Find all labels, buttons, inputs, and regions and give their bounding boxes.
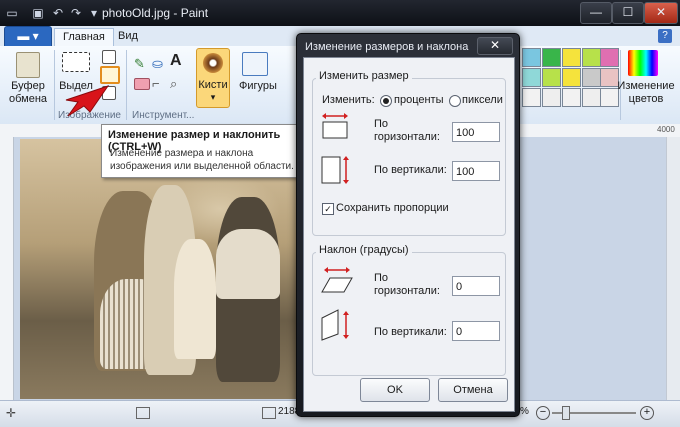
clipboard-label-2[interactable]: обмена <box>6 93 50 105</box>
ribbon-separator <box>126 50 127 120</box>
file-menu-button[interactable]: ▬ ▾ <box>4 26 52 47</box>
horizontal-resize-icon <box>322 113 348 139</box>
color-swatch[interactable] <box>600 48 619 67</box>
ruler-mark: 4000 <box>657 125 675 134</box>
group-tools-label: Инструмент... <box>132 110 195 121</box>
magnifier-icon[interactable]: ⌕ <box>170 76 184 91</box>
vertical-scrollbar[interactable] <box>666 137 680 400</box>
title-bar: ▭ ▣ ↶ ↷ ▾ photoOld.jpg - Paint — ☐ ✕ <box>0 0 680 26</box>
zoom-percent-text: % <box>520 406 529 417</box>
shapes-icon[interactable] <box>242 52 268 76</box>
keep-ratio-checkbox[interactable]: ✓ <box>322 203 334 215</box>
skew-horizontal-label-2: горизонтали: <box>374 285 440 297</box>
brush-icon <box>203 53 223 73</box>
dialog-close-button[interactable]: ✕ <box>477 37 513 55</box>
red-arrow-pointer <box>65 85 110 117</box>
resize-vertical-label: По вертикали: <box>374 164 447 176</box>
skew-vertical-label: По вертикали: <box>374 326 447 338</box>
undo-icon[interactable]: ↶ <box>50 5 66 21</box>
color-swatch[interactable] <box>582 68 601 87</box>
maximize-button[interactable]: ☐ <box>612 2 644 24</box>
tooltip: Изменение размер и наклонить (CTRL+W) Из… <box>101 124 299 178</box>
color-swatch[interactable] <box>522 48 541 67</box>
color-swatch[interactable] <box>562 68 581 87</box>
horizontal-skew-icon <box>321 267 353 293</box>
shirt-figure <box>216 229 280 299</box>
paint-app-icon[interactable]: ▭ <box>4 5 20 21</box>
keep-ratio-label[interactable]: Сохранить пропорции <box>336 202 449 215</box>
help-icon[interactable]: ? <box>658 29 672 43</box>
resize-legend: Изменить размер <box>316 70 412 82</box>
zoom-out-button[interactable]: − <box>536 406 550 420</box>
pixels-label[interactable]: пиксели <box>462 94 503 107</box>
eraser-icon[interactable] <box>134 78 150 90</box>
clipboard-icon[interactable] <box>16 52 40 78</box>
brushes-label: Кисти <box>198 79 228 91</box>
tooltip-body: Изменение размера и наклона изображения … <box>110 148 294 172</box>
dialog-title: Изменение размеров и наклона <box>305 41 469 53</box>
ok-button[interactable]: OK <box>360 378 430 402</box>
tab-home[interactable]: Главная <box>54 28 114 46</box>
selection-size-icon <box>136 407 150 419</box>
resize-horizontal-label-1: По <box>374 118 389 130</box>
color-swatch[interactable] <box>582 88 601 107</box>
image-size-icon <box>262 407 276 419</box>
skew-horizontal-label-1: По <box>374 272 389 284</box>
pixels-radio[interactable] <box>449 95 461 107</box>
tab-view[interactable]: Вид <box>110 28 146 45</box>
skew-vertical-input[interactable]: 0 <box>452 321 500 341</box>
color-swatch[interactable] <box>542 48 561 67</box>
vertical-resize-icon <box>321 156 349 184</box>
edit-colors-icon[interactable] <box>628 50 658 76</box>
color-swatch[interactable] <box>562 88 581 107</box>
select-icon[interactable] <box>62 52 90 72</box>
clipboard-label-1[interactable]: Буфер <box>6 80 50 92</box>
dialog-body: Изменить размер Изменить: проценты пиксе… <box>303 57 515 412</box>
resize-horizontal-input[interactable]: 100 <box>452 122 500 142</box>
cursor-position-icon: ✛ <box>6 406 17 420</box>
redo-icon[interactable]: ↷ <box>68 5 84 21</box>
skew-legend: Наклон (градусы) <box>316 244 412 256</box>
close-button[interactable]: ✕ <box>644 2 678 24</box>
minimize-button[interactable]: — <box>580 2 612 24</box>
color-swatch[interactable] <box>542 88 561 107</box>
vertical-skew-icon <box>321 309 349 341</box>
chevron-down-icon: ▾ <box>210 92 216 102</box>
child-figure <box>174 239 216 359</box>
crop-icon[interactable] <box>102 50 116 64</box>
percent-radio[interactable] <box>380 95 392 107</box>
zoom-slider-thumb[interactable] <box>562 406 570 420</box>
edit-colors-label-1[interactable]: Изменение <box>616 80 676 92</box>
resize-vertical-input[interactable]: 100 <box>452 161 500 181</box>
shapes-label[interactable]: Фигуры <box>232 80 284 92</box>
edit-colors-label-2[interactable]: цветов <box>616 93 676 105</box>
color-swatch[interactable] <box>582 48 601 67</box>
color-swatch[interactable] <box>542 68 561 87</box>
resize-horizontal-label-2: горизонтали: <box>374 131 440 143</box>
brushes-button[interactable]: Кисти ▾ <box>196 48 230 108</box>
color-swatch[interactable] <box>562 48 581 67</box>
vertical-ruler <box>0 137 14 400</box>
color-swatch[interactable] <box>522 88 541 107</box>
window-title: photoOld.jpg - Paint <box>102 6 209 20</box>
zoom-in-button[interactable]: + <box>640 406 654 420</box>
fill-icon[interactable]: ⛀ <box>152 56 166 71</box>
save-icon[interactable]: ▣ <box>30 5 46 21</box>
skew-horizontal-input[interactable]: 0 <box>452 276 500 296</box>
percent-label[interactable]: проценты <box>394 94 444 107</box>
text-icon[interactable]: A <box>170 52 184 70</box>
resize-by-label: Изменить: <box>322 94 375 106</box>
color-swatch[interactable] <box>522 68 541 87</box>
pencil-icon[interactable]: ✎ <box>134 56 148 71</box>
color-picker-icon[interactable]: ⌐ <box>152 76 166 91</box>
customize-toolbar-icon[interactable]: ▾ <box>86 5 102 21</box>
cancel-button[interactable]: Отмена <box>438 378 508 402</box>
resize-skew-dialog: Изменение размеров и наклона ✕ Изменить … <box>296 33 520 417</box>
photo-image <box>20 139 300 399</box>
